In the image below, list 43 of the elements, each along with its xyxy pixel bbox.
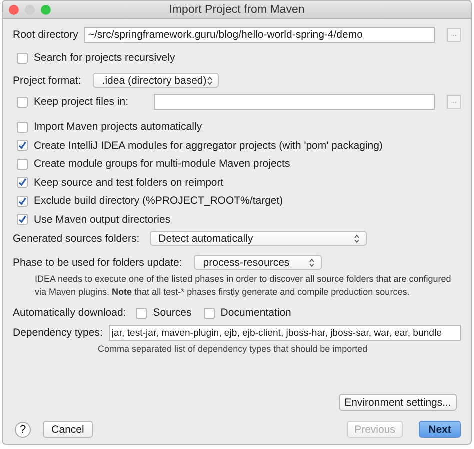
field-label: Dependency types: — [13, 327, 103, 339]
cancel-button[interactable]: Cancel — [43, 421, 93, 438]
window-title: Import Project from Maven — [169, 4, 305, 16]
checkbox[interactable] — [17, 122, 28, 133]
dropdown[interactable]: .idea (directory based) — [93, 73, 220, 88]
updown-arrows-icon — [206, 76, 213, 86]
checkbox[interactable] — [204, 308, 215, 318]
checkbox[interactable] — [17, 96, 28, 108]
checkbox-label: Exclude build directory (%PROJECT_ROOT%/target) — [34, 195, 284, 208]
field-label: Phase to be used for folders update: — [13, 256, 182, 268]
updown-arrows-icon — [309, 258, 316, 268]
checkbox[interactable] — [17, 52, 28, 64]
dropdown[interactable]: Detect automatically — [150, 231, 367, 246]
checkbox-label: Search for projects recursively — [34, 52, 176, 64]
checkbox-label: Create IntelliJ IDEA modules for aggregator projects (with 'pom' packaging) — [34, 140, 383, 152]
field-label: Generated sources folders: — [13, 232, 140, 244]
updown-arrows-icon — [354, 234, 360, 244]
close-icon[interactable] — [9, 4, 19, 14]
checkbox-label: Use Maven output directories — [34, 214, 171, 226]
help-text: IDEA needs to execute one of the listed phases in order to discover all source folders that are configured via Maven plugins. Note that all test-* phases firstly generate and compile production sources. — [34, 273, 452, 299]
checkbox[interactable] — [17, 214, 28, 226]
checkbox-label: Documentation — [220, 307, 292, 319]
field-label: Root directory — [13, 29, 78, 41]
checkbox[interactable] — [136, 308, 148, 318]
environment-settings-button[interactable]: Environment settings... — [339, 394, 457, 411]
field-label: Automatically download: — [13, 307, 126, 319]
checkbox-label: Keep project files in: — [34, 96, 130, 108]
checkbox[interactable] — [17, 140, 28, 152]
help-text: Comma separated list of dependency types that should be imported — [97, 343, 369, 354]
input-field[interactable]: jar, test-jar, maven-plugin, ejb, ejb-client, jboss-har, jboss-sar, war, ear, bundle — [108, 325, 461, 341]
checkbox[interactable] — [17, 177, 28, 188]
help-button[interactable]: ? — [15, 422, 31, 438]
input-field[interactable]: ~/src/springframework.guru/blog/hello-world-spring-4/demo — [84, 27, 435, 43]
next-button[interactable]: Next — [419, 421, 461, 438]
checkbox-label: Sources — [153, 307, 192, 319]
checkbox[interactable] — [17, 196, 28, 207]
checkbox[interactable] — [17, 158, 28, 170]
zoom-icon[interactable] — [41, 4, 51, 14]
checkbox-label: Create module groups for multi-module Maven projects — [34, 158, 290, 170]
dropdown[interactable]: process-resources — [194, 255, 322, 270]
field-label: Project format: — [13, 74, 82, 86]
checkbox-label: Import Maven projects automatically — [34, 121, 202, 134]
checkbox-label: Keep source and test folders on reimport — [34, 176, 224, 189]
